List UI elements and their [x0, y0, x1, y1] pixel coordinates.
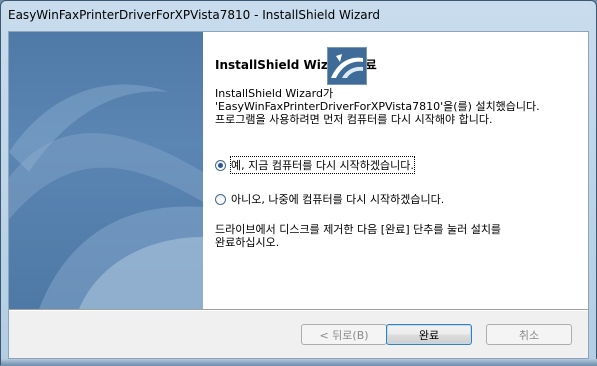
installshield-logo-icon [327, 47, 367, 85]
back-button[interactable]: < 뒤로(B) [301, 324, 387, 345]
remove-disk-note: 드라이브에서 디스크를 제거한 다음 [완료] 단추를 눌러 설치를 완료하십시… [215, 223, 501, 249]
button-separator [9, 309, 588, 311]
window-title: EasyWinFaxPrinterDriverForXPVista7810 - … [8, 8, 380, 22]
restart-later-label[interactable]: 아니오, 나중에 컴퓨터를 다시 시작하겠습니다. [231, 191, 444, 207]
cancel-button[interactable]: 취소 [486, 324, 572, 345]
installshield-wizard-window: EasyWinFaxPrinterDriverForXPVista7810 - … [0, 0, 597, 366]
title-bar[interactable]: EasyWinFaxPrinterDriverForXPVista7810 - … [1, 1, 596, 31]
restart-later-option[interactable]: 아니오, 나중에 컴퓨터를 다시 시작하겠습니다. [215, 191, 444, 207]
restart-later-radio[interactable] [215, 193, 226, 205]
finish-button[interactable]: 완료 [386, 324, 472, 345]
wizard-content-panel: InstallShield Wizard 완료 InstallShield Wi… [203, 32, 588, 309]
restart-now-option[interactable]: 예, 지금 컴퓨터를 다시 시작하겠습니다. [215, 156, 415, 174]
restart-now-label[interactable]: 예, 지금 컴퓨터를 다시 시작하겠습니다. [230, 156, 415, 174]
note-line-2: 완료하십시오. [215, 236, 280, 249]
banner-swoosh-graphic [9, 84, 203, 309]
wizard-banner-panel [9, 32, 203, 309]
wizard-client-area: InstallShield Wizard 완료 InstallShield Wi… [8, 31, 589, 359]
completion-message: InstallShield Wizard가 'EasyWinFaxPrinter… [215, 87, 540, 126]
message-line-3: 프로그램을 사용하려면 먼저 컴퓨터를 다시 시작해야 합니다. [215, 113, 493, 126]
message-line-2: 'EasyWinFaxPrinterDriverForXPVista7810'을… [215, 100, 540, 113]
restart-now-radio[interactable] [215, 159, 226, 171]
note-line-1: 드라이브에서 디스크를 제거한 다음 [완료] 단추를 눌러 설치를 [215, 223, 502, 236]
message-line-1: InstallShield Wizard가 [215, 87, 334, 100]
